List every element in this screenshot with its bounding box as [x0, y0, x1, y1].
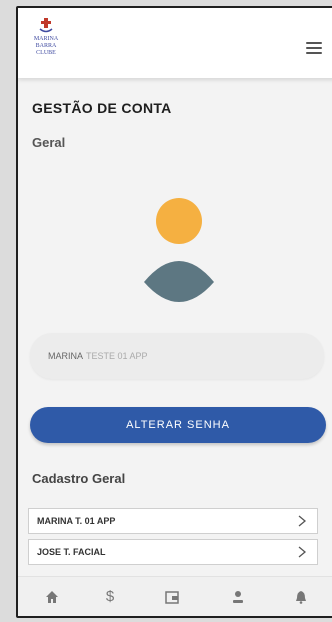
user-name-field[interactable]: MARINA TESTE 01 APP: [30, 333, 324, 379]
user-first-name: MARINA: [48, 351, 84, 361]
cadastro-item-label: MARINA T. 01 APP: [37, 516, 116, 526]
cadastro-item[interactable]: JOSE T. FACIAL: [28, 539, 318, 565]
chevron-right-icon: [298, 515, 307, 527]
phone-frame: MARINA BARRA CLUBE GESTÃO DE CONTA Geral…: [16, 6, 332, 618]
cadastro-item[interactable]: MARINA T. 01 APP: [28, 508, 318, 534]
wallet-icon[interactable]: [164, 589, 180, 605]
dollar-icon[interactable]: $: [102, 589, 118, 605]
user-avatar-icon: [144, 198, 214, 302]
hamburger-menu-icon[interactable]: [306, 42, 322, 56]
cadastro-title: Cadastro Geral: [32, 471, 126, 486]
section-subtitle: Geral: [32, 135, 66, 150]
chevron-right-icon: [298, 546, 307, 558]
logo-text-line2: BARRA CLUBE: [35, 43, 57, 56]
bell-icon[interactable]: [293, 589, 309, 605]
cadastro-item-label: JOSE T. FACIAL: [37, 547, 106, 557]
cadastro-list: MARINA T. 01 APP JOSE T. FACIAL: [28, 508, 318, 570]
user-last-name: TESTE 01 APP: [86, 351, 148, 361]
top-bar: MARINA BARRA CLUBE: [18, 8, 332, 78]
app-logo[interactable]: MARINA BARRA CLUBE: [26, 18, 66, 68]
user-icon[interactable]: [230, 589, 246, 605]
page-title: GESTÃO DE CONTA: [32, 100, 172, 116]
home-icon[interactable]: [44, 589, 60, 605]
logo-text-line1: MARINA: [33, 36, 59, 42]
change-password-button[interactable]: ALTERAR SENHA: [30, 407, 326, 443]
bottom-navigation: $: [18, 576, 332, 616]
marina-logo-icon: [39, 18, 53, 33]
